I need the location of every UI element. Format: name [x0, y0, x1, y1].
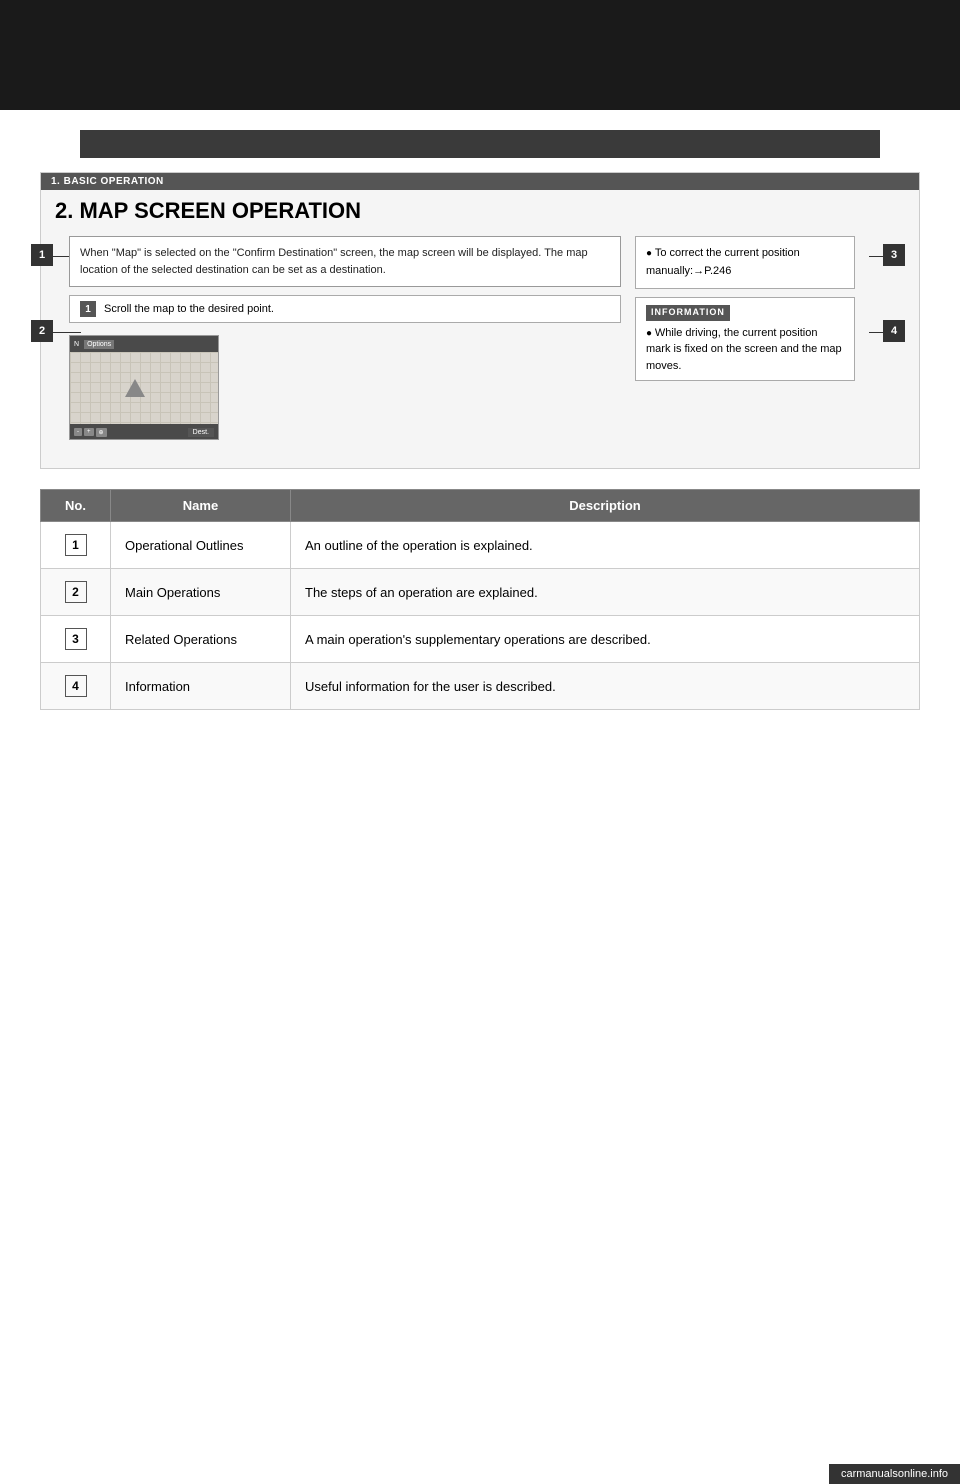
related-ops-text: To correct the current position manually…: [646, 247, 800, 277]
row-number: 3: [41, 616, 111, 663]
row-number: 2: [41, 569, 111, 616]
map-grid: [70, 352, 218, 424]
callout-1: 1: [31, 244, 53, 266]
row-number: 1: [41, 522, 111, 569]
illus-title: 2. MAP SCREEN OPERATION: [41, 190, 919, 236]
info-text: While driving, the current position mark…: [646, 327, 842, 372]
row-name: Related Operations: [111, 616, 291, 663]
step-box: 1 Scroll the map to the desired point.: [69, 295, 621, 323]
options-button[interactable]: Options: [84, 340, 114, 349]
illus-chapter-label: 1. BASIC OPERATION: [41, 173, 919, 190]
callout-2: 2: [31, 320, 53, 342]
zoom-in-btn[interactable]: +: [84, 428, 94, 436]
step-text: Scroll the map to the desired point.: [104, 303, 274, 315]
operations-table: No. Name Description 1 Operational Outlin…: [40, 489, 920, 710]
footer-bar: carmanualsonline.info: [829, 1464, 960, 1484]
table-row: 4 InformationUseful information for the u…: [41, 663, 920, 710]
top-band: [0, 0, 960, 110]
map-toolbar: N Options: [70, 336, 218, 352]
map-bottom-bar: - + ⊕ Dest.: [70, 424, 218, 440]
row-name: Information: [111, 663, 291, 710]
page: 1. BASIC OPERATION 2. MAP SCREEN OPERATI…: [0, 0, 960, 1484]
num-box: 1: [65, 534, 87, 556]
table-row: 2 Main OperationsThe steps of an operatio…: [41, 569, 920, 616]
related-ops-box: ● To correct the current position manual…: [635, 236, 855, 289]
callout-4: 4: [883, 320, 905, 342]
row-name: Main Operations: [111, 569, 291, 616]
num-box: 4: [65, 675, 87, 697]
num-box: 3: [65, 628, 87, 650]
illustration-box: 1. BASIC OPERATION 2. MAP SCREEN OPERATI…: [40, 172, 920, 469]
step-number: 1: [80, 301, 96, 317]
zoom-out-btn[interactable]: -: [74, 428, 82, 436]
dest-btn[interactable]: Dest.: [188, 428, 214, 437]
col-header-description: Description: [291, 490, 920, 522]
row-name: Operational Outlines: [111, 522, 291, 569]
table-row: 1 Operational OutlinesAn outline of the o…: [41, 522, 920, 569]
illus-right: ● To correct the current position manual…: [635, 236, 855, 440]
info-label: INFORMATION: [646, 305, 730, 321]
position-btn[interactable]: ⊕: [96, 428, 107, 437]
illus-body: When "Map" is selected on the "Confirm D…: [55, 236, 869, 454]
row-description: Useful information for the user is descr…: [291, 663, 920, 710]
section-header-bar: [80, 130, 880, 158]
row-description: An outline of the operation is explained…: [291, 522, 920, 569]
num-box: 2: [65, 581, 87, 603]
callout-3: 3: [883, 244, 905, 266]
info-box: INFORMATION ● While driving, the current…: [635, 297, 855, 381]
row-description: A main operation's supplementary operati…: [291, 616, 920, 663]
map-placeholder: N Options - + ⊕ Dest.: [69, 335, 219, 440]
col-header-name: Name: [111, 490, 291, 522]
row-description: The steps of an operation are explained.: [291, 569, 920, 616]
row-number: 4: [41, 663, 111, 710]
table-row: 3 Related OperationsA main operation's su…: [41, 616, 920, 663]
col-header-no: No.: [41, 490, 111, 522]
bottom-area: [0, 710, 960, 1410]
map-arrow: [125, 377, 145, 397]
outline-text-box: When "Map" is selected on the "Confirm D…: [69, 236, 621, 287]
illus-left: When "Map" is selected on the "Confirm D…: [69, 236, 621, 440]
